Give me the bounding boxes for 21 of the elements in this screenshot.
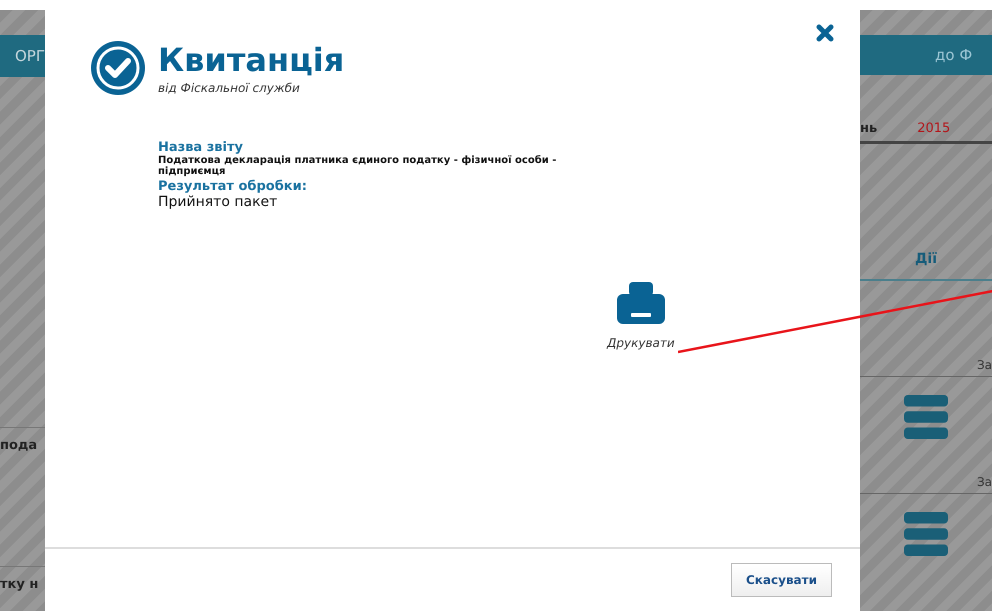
menu-icon[interactable] xyxy=(904,512,948,556)
field-label: Назва звіту xyxy=(158,140,244,155)
row-text: тку н xyxy=(0,577,38,592)
print-button[interactable]: Друкувати xyxy=(607,282,675,350)
row-text: За xyxy=(976,475,992,492)
cancel-button[interactable]: Скасувати xyxy=(730,563,832,597)
row-text: пода xyxy=(0,438,38,453)
field-value: Прийнято пакет xyxy=(158,194,278,210)
year-text: 2015 xyxy=(917,121,950,136)
menu-icon[interactable] xyxy=(904,394,948,439)
printer-icon xyxy=(616,282,665,324)
period-label: нь xyxy=(860,121,878,136)
close-icon[interactable] xyxy=(816,24,834,42)
dialog-title: Квитанція xyxy=(158,41,344,79)
column-header: Дії xyxy=(914,250,938,267)
field-value: Податкова декларація платника єдиного податку - фізичної особи - підприємця xyxy=(158,155,558,177)
check-circle-icon xyxy=(90,40,146,96)
banner-text: ОРГ xyxy=(0,35,45,77)
field-label: Результат обробки: xyxy=(158,179,308,194)
row-text: За xyxy=(976,358,992,374)
dialog-subtitle: від Фіскальної служби xyxy=(158,81,301,95)
